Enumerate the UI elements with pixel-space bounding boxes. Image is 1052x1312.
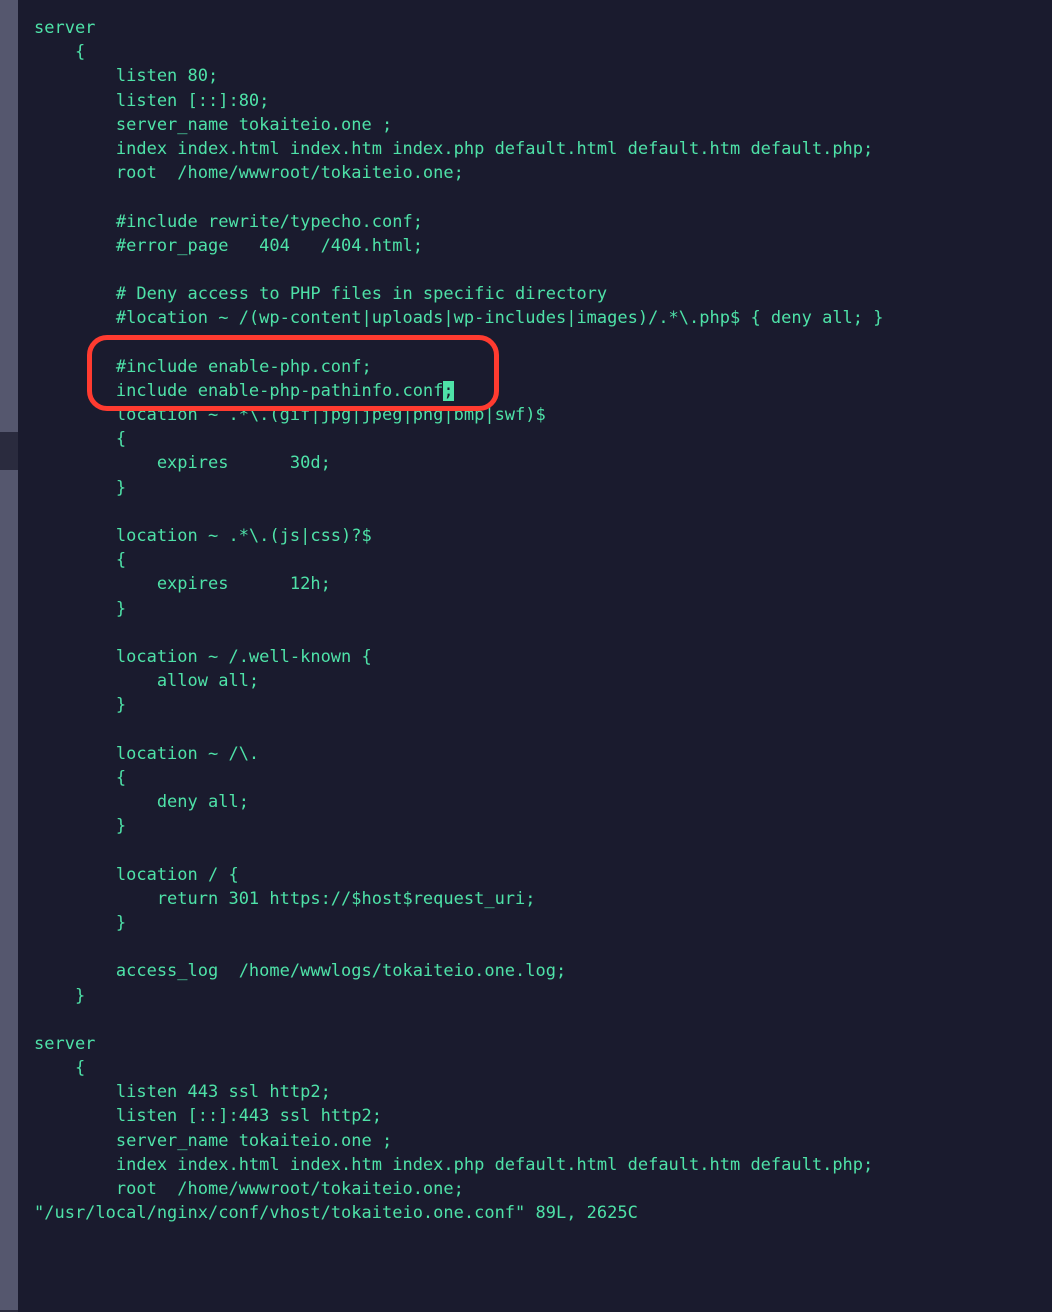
code-line [34, 500, 1052, 524]
code-line: listen 80; [34, 64, 1052, 88]
code-line: location ~ .*\.(gif|jpg|jpeg|png|bmp|swf… [34, 403, 1052, 427]
code-editor-content[interactable]: server { listen 80; listen [::]:80; serv… [0, 0, 1052, 1225]
code-line: } [34, 911, 1052, 935]
code-line: { [34, 427, 1052, 451]
code-line: } [34, 476, 1052, 500]
code-line: location / { [34, 863, 1052, 887]
code-line: } [34, 984, 1052, 1008]
editor-gutter [0, 0, 18, 1312]
code-line: include enable-php-pathinfo.conf; [34, 379, 1052, 403]
vim-status-line: "/usr/local/nginx/conf/vhost/tokaiteio.o… [34, 1201, 1052, 1225]
code-line: server_name tokaiteio.one ; [34, 1129, 1052, 1153]
gutter-mark-1 [0, 0, 18, 432]
code-line [34, 185, 1052, 209]
code-line: location ~ /.well-known { [34, 645, 1052, 669]
code-line: #error_page 404 /404.html; [34, 234, 1052, 258]
gutter-mark-2 [0, 470, 18, 1310]
code-line [34, 258, 1052, 282]
code-line: root /home/wwwroot/tokaiteio.one; [34, 161, 1052, 185]
code-line [34, 1008, 1052, 1032]
code-line: { [34, 766, 1052, 790]
code-line: server [34, 1032, 1052, 1056]
code-line: index index.html index.htm index.php def… [34, 137, 1052, 161]
code-line: deny all; [34, 790, 1052, 814]
code-line: #location ~ /(wp-content|uploads|wp-incl… [34, 306, 1052, 330]
code-line: server [34, 16, 1052, 40]
code-line: access_log /home/wwwlogs/tokaiteio.one.l… [34, 959, 1052, 983]
code-line: expires 30d; [34, 451, 1052, 475]
code-line [34, 838, 1052, 862]
code-line [34, 330, 1052, 354]
code-line: # Deny access to PHP files in specific d… [34, 282, 1052, 306]
code-line: location ~ .*\.(js|css)?$ [34, 524, 1052, 548]
code-line: server_name tokaiteio.one ; [34, 113, 1052, 137]
code-line: index index.html index.htm index.php def… [34, 1153, 1052, 1177]
code-line [34, 935, 1052, 959]
code-line: } [34, 597, 1052, 621]
code-line [34, 621, 1052, 645]
code-line: root /home/wwwroot/tokaiteio.one; [34, 1177, 1052, 1201]
code-line: allow all; [34, 669, 1052, 693]
code-line: return 301 https://$host$request_uri; [34, 887, 1052, 911]
code-line: { [34, 548, 1052, 572]
code-line: } [34, 814, 1052, 838]
code-line: listen [::]:80; [34, 89, 1052, 113]
code-line: expires 12h; [34, 572, 1052, 596]
code-line [34, 717, 1052, 741]
code-line: location ~ /\. [34, 742, 1052, 766]
code-line: { [34, 40, 1052, 64]
code-line: } [34, 693, 1052, 717]
code-line: listen [::]:443 ssl http2; [34, 1104, 1052, 1128]
text-cursor: ; [443, 381, 453, 401]
code-line: listen 443 ssl http2; [34, 1080, 1052, 1104]
code-line: #include enable-php.conf; [34, 355, 1052, 379]
code-line: #include rewrite/typecho.conf; [34, 210, 1052, 234]
code-line: { [34, 1056, 1052, 1080]
